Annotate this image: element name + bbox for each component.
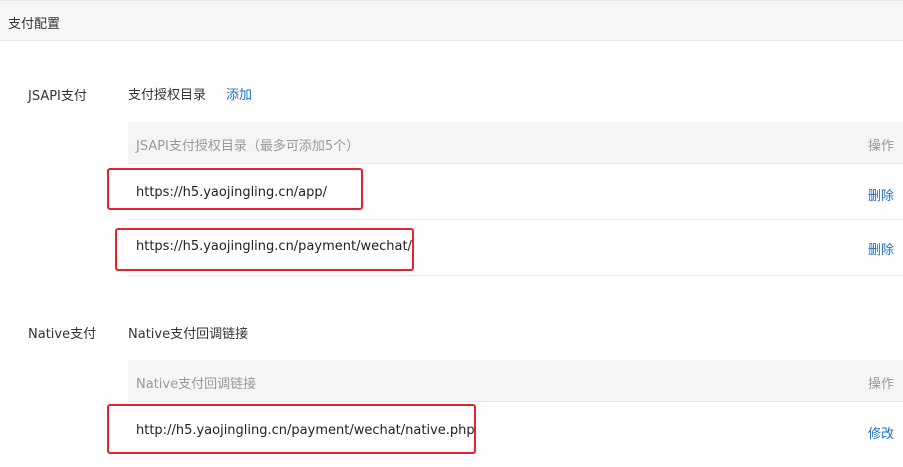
jsapi-col-action: 操作 <box>867 139 894 154</box>
highlight-box <box>107 404 476 454</box>
highlight-box <box>115 228 414 271</box>
edit-button[interactable]: 修改 <box>868 423 894 442</box>
native-col-action: 操作 <box>867 377 894 392</box>
add-directory-link[interactable]: 添加 <box>226 84 252 103</box>
jsapi-subtitle: 支付授权目录 <box>128 88 207 103</box>
native-table-header: Native支付回调链接 操作 <box>128 360 903 402</box>
jsapi-table-header: JSAPI支付授权目录（最多可添加5个） 操作 <box>128 122 903 164</box>
jsapi-section-label: JSAPI支付 <box>28 89 87 104</box>
native-subtitle: Native支付回调链接 <box>128 327 249 342</box>
page-header: 支付配置 <box>0 0 903 41</box>
delete-button[interactable]: 删除 <box>868 185 894 204</box>
native-col-link: Native支付回调链接 <box>136 377 257 392</box>
page-title: 支付配置 <box>8 17 61 32</box>
jsapi-col-directory: JSAPI支付授权目录（最多可添加5个） <box>136 139 360 154</box>
highlight-box <box>107 168 363 210</box>
native-section-label: Native支付 <box>28 327 97 342</box>
delete-button[interactable]: 删除 <box>868 239 894 258</box>
